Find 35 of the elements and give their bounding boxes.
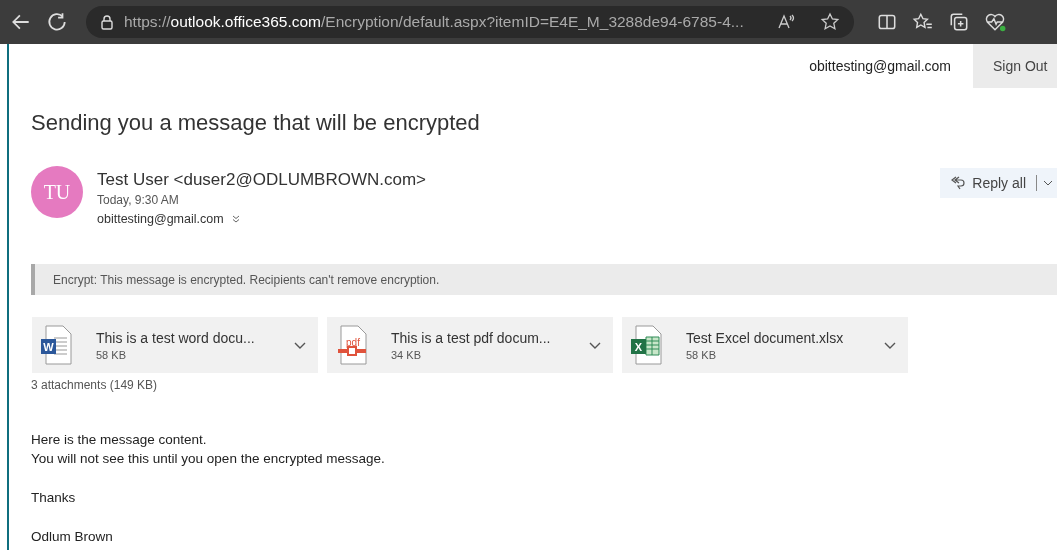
body-text: Here is the message content.	[31, 431, 207, 449]
attachment-name: This is a test word docu...	[96, 329, 256, 346]
chevron-down-icon[interactable]	[589, 341, 601, 349]
star-icon[interactable]	[820, 12, 840, 32]
body-text: You will not see this until you open the encrypted message.	[31, 450, 385, 468]
body-text: Thanks	[31, 489, 76, 507]
attachment-card[interactable]: W This is a test word docu... 58 KB	[32, 317, 318, 373]
reply-all-button[interactable]: Reply all	[940, 168, 1057, 198]
attachments-summary: 3 attachments (149 KB)	[31, 378, 159, 392]
attachment-name: This is a test pdf docum...	[391, 329, 552, 346]
attachment-size: 58 KB	[96, 348, 127, 361]
heart-pulse-icon[interactable]	[984, 11, 1006, 33]
refresh-icon[interactable]	[46, 11, 68, 33]
lock-icon	[100, 14, 114, 30]
recipient: obittesting@gmail.com	[97, 212, 224, 226]
chevron-down-icon[interactable]	[884, 341, 896, 349]
collections-icon[interactable]	[948, 11, 970, 33]
attachment-card[interactable]: pdf This is a test pdf docum... 34 KB	[327, 317, 613, 373]
expand-icon[interactable]	[231, 215, 240, 223]
chevron-down-icon[interactable]	[294, 341, 306, 349]
encryption-notice: Encrypt: This message is encrypted. Recipients can't remove encryption.	[31, 264, 1057, 295]
chevron-down-icon[interactable]	[1043, 180, 1053, 186]
avatar: TU	[31, 166, 83, 218]
message-time: Today, 9:30 AM	[97, 193, 180, 207]
body-text: Odlum Brown	[31, 528, 113, 546]
attachment-name: Test Excel document.xlsx	[686, 329, 845, 346]
address-bar[interactable]: https://outlook.office365.com/Encryption/default.aspx?itemID=E4E_M_3288de94-6785-4...	[86, 6, 854, 38]
reply-all-icon	[950, 175, 967, 191]
sign-out-button[interactable]: Sign Out	[973, 44, 1057, 88]
attachment-size: 58 KB	[686, 348, 717, 361]
message-subject: Sending you a message that will be encrypted	[31, 110, 481, 136]
account-email: obittesting@gmail.com	[809, 58, 951, 74]
sender-name: Test User <duser2@ODLUMBROWN.com>	[97, 170, 426, 190]
attachment-size: 34 KB	[391, 348, 422, 361]
attachment-card[interactable]: X Test Excel document.xlsx 58 KB	[622, 317, 908, 373]
